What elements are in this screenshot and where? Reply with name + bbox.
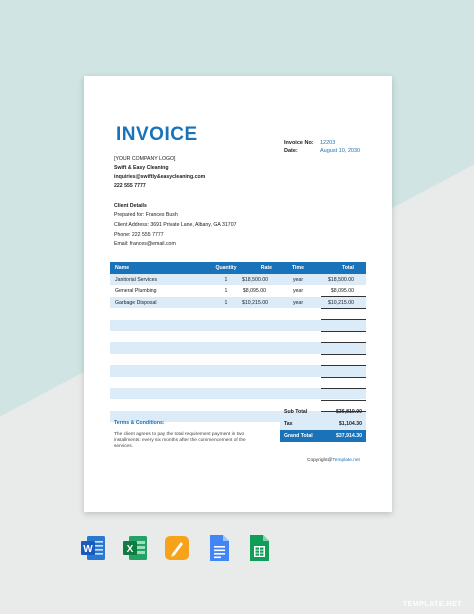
table-row: Garbage Disposal 1 $10,215.00 year $10,2…	[110, 296, 366, 309]
row-quantity: 1	[224, 288, 228, 295]
subtotal-value: $36,810.00	[336, 409, 362, 415]
header-total: Total	[341, 265, 354, 271]
total-divider	[321, 330, 366, 331]
terms-body: The client agrees to pay the total requi…	[114, 432, 246, 449]
tax-label: Tax	[284, 421, 293, 427]
table-row-empty	[110, 387, 366, 400]
table-row: Janitorial Services 1 $18,500.00 year $1…	[110, 274, 366, 286]
items-table: Name Quantity Rate Time Total Janitorial…	[110, 262, 366, 423]
tax-row: Tax $1,104.30	[280, 418, 366, 430]
header-quantity: Quantity	[215, 265, 237, 271]
table-header: Name Quantity Rate Time Total	[110, 262, 366, 274]
table-row-empty	[110, 319, 366, 331]
grand-total-label: Grand Total	[284, 433, 313, 439]
row-total: $10,215.00	[328, 299, 354, 306]
terms-title: Terms & Conditions:	[114, 420, 165, 426]
row-rate: $10,215.00	[242, 299, 268, 306]
copyright-link[interactable]: Template.net	[332, 458, 359, 463]
row-time: year	[292, 288, 304, 295]
row-name: General Plumbing	[115, 288, 157, 295]
total-divider	[321, 342, 366, 343]
client-prepared: Prepared for: Frances Bush	[114, 212, 178, 218]
table-row-empty	[110, 331, 366, 342]
total-divider	[321, 399, 366, 400]
row-name: Garbage Disposal	[115, 299, 157, 306]
company-email: inquiries@swiftly&easycleaning.com	[114, 174, 206, 180]
company-logo: [YOUR COMPANY LOGO]	[114, 156, 176, 162]
invoice-date-label: Date:	[284, 148, 298, 154]
row-rate: $8,095.00	[242, 288, 266, 295]
row-quantity: 1	[224, 277, 228, 283]
copyright: Copyright@Template.net	[307, 458, 360, 463]
row-time: year	[292, 277, 304, 283]
invoice-document: INVOICE Invoice No: 12203 Date: August 1…	[84, 76, 392, 512]
total-divider	[321, 307, 366, 308]
company-phone: 222 555 7777	[114, 183, 146, 189]
header-time: Time	[291, 265, 304, 271]
row-total: $8,095.00	[330, 288, 354, 295]
invoice-date-value: August 10, 2030	[320, 148, 361, 154]
word-icon[interactable]: W	[81, 534, 105, 562]
client-address: Client Address: 3691 Private Lane, Alban…	[114, 222, 237, 228]
total-divider	[321, 376, 366, 377]
grand-total-row: Grand Total $37,914.30	[280, 430, 366, 442]
subtotal-label: Sub Total	[284, 409, 308, 415]
total-divider	[321, 365, 366, 366]
header-rate: Rate	[260, 265, 272, 271]
row-rate: $18,500.00	[242, 277, 268, 283]
total-divider	[321, 353, 366, 354]
table-row-empty	[110, 342, 366, 354]
google-docs-icon[interactable]	[207, 534, 231, 562]
table-row-empty	[110, 354, 366, 365]
row-name: Janitorial Services	[115, 277, 158, 283]
total-divider	[321, 296, 366, 297]
company-name: Swift & Easy Cleaning	[114, 165, 169, 171]
row-quantity: 1	[224, 299, 228, 306]
client-email: Email: frances@email.com	[114, 241, 176, 247]
total-divider	[321, 319, 366, 320]
row-time: year	[292, 299, 304, 306]
copyright-prefix: Copyright@	[307, 458, 333, 463]
pages-icon[interactable]	[165, 534, 189, 562]
excel-icon[interactable]: X	[123, 534, 147, 562]
total-divider	[321, 388, 366, 389]
row-total: $18,500.00	[328, 277, 354, 283]
client-phone: Phone: 222 555 7777	[114, 232, 164, 238]
svg-text:X: X	[127, 544, 134, 555]
table-row-empty	[110, 308, 366, 319]
client-heading: Client Details	[114, 203, 147, 209]
grand-total-value: $37,914.30	[336, 433, 362, 439]
header-name: Name	[115, 265, 130, 271]
watermark: TEMPLATE.NET	[402, 601, 462, 608]
table-row-empty	[110, 365, 366, 377]
google-sheets-icon[interactable]	[247, 534, 271, 562]
tax-value: $1,104.30	[338, 421, 362, 427]
table-row-empty	[110, 377, 366, 388]
invoice-title: INVOICE	[116, 124, 198, 145]
svg-text:W: W	[83, 544, 93, 555]
subtotal-row: Sub Total $36,810.00	[280, 406, 366, 418]
invoice-number-value: 12203	[320, 140, 336, 146]
invoice-number-label: Invoice No:	[284, 140, 314, 146]
